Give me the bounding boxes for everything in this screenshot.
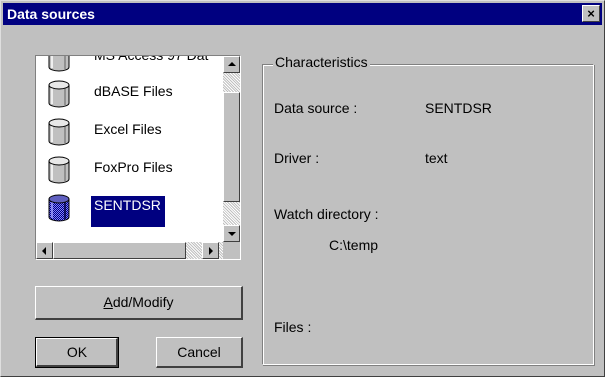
- database-icon: [48, 80, 70, 108]
- add-modify-label-rest: dd/Modify: [112, 294, 174, 310]
- close-icon: ×: [587, 6, 595, 21]
- ok-label: OK: [66, 344, 88, 360]
- list-item[interactable]: FoxPro Files: [36, 152, 223, 188]
- list-item[interactable]: SENTDSR: [36, 190, 223, 227]
- vertical-scroll-thumb[interactable]: [223, 92, 240, 202]
- driver-value: text: [425, 150, 448, 166]
- arrow-left-icon: [42, 247, 46, 255]
- database-icon: [48, 56, 70, 72]
- add-modify-hotkey: A: [103, 294, 113, 310]
- add-modify-label: Add/Modify: [103, 294, 173, 310]
- vertical-scrollbar[interactable]: [223, 56, 240, 242]
- horizontal-scrollbar[interactable]: [36, 242, 223, 259]
- watch-directory-value: C:\temp: [329, 237, 379, 253]
- add-modify-button[interactable]: Add/Modify: [35, 286, 243, 320]
- list-item[interactable]: Excel Files: [36, 114, 223, 150]
- characteristics-legend: Characteristics: [273, 54, 370, 70]
- scroll-down-button[interactable]: [223, 225, 240, 242]
- arrow-right-icon: [209, 247, 213, 255]
- data-source-list[interactable]: MS Access 97 Dat dBASE Files Excel Files…: [35, 55, 241, 260]
- scroll-right-button[interactable]: [202, 242, 219, 259]
- database-icon: [48, 156, 70, 184]
- scroll-left-button[interactable]: [36, 242, 53, 259]
- list-item-label: Excel Files: [94, 121, 162, 137]
- data-sources-dialog: Data sources × MS Access 97 Dat dBASE Fi…: [0, 0, 605, 377]
- arrow-up-icon: [228, 62, 236, 66]
- list-item-label: dBASE Files: [94, 83, 173, 99]
- arrow-down-icon: [228, 232, 236, 236]
- horizontal-scroll-thumb[interactable]: [53, 242, 186, 259]
- data-source-label: Data source :: [274, 100, 358, 116]
- database-selected-icon: [48, 194, 70, 222]
- scroll-up-button[interactable]: [223, 56, 240, 73]
- list-item-label: SENTDSR: [91, 196, 165, 227]
- watch-directory-label: Watch directory :: [274, 206, 379, 222]
- window-title: Data sources: [7, 6, 95, 22]
- list-item[interactable]: dBASE Files: [36, 76, 223, 112]
- close-button[interactable]: ×: [582, 5, 600, 22]
- scrollbar-corner: [223, 242, 240, 259]
- list-item[interactable]: MS Access 97 Dat: [36, 56, 223, 76]
- data-source-value: SENTDSR: [425, 100, 492, 116]
- list-item-label: FoxPro Files: [94, 159, 173, 175]
- database-icon: [48, 118, 70, 146]
- files-label: Files :: [274, 319, 312, 335]
- data-source-list-viewport: MS Access 97 Dat dBASE Files Excel Files…: [36, 56, 223, 242]
- list-item-label: MS Access 97 Dat: [91, 56, 211, 64]
- cancel-button[interactable]: Cancel: [156, 337, 243, 368]
- cancel-label: Cancel: [177, 344, 221, 360]
- ok-button[interactable]: OK: [35, 337, 119, 368]
- title-bar[interactable]: Data sources ×: [3, 3, 602, 25]
- driver-label: Driver :: [274, 150, 320, 166]
